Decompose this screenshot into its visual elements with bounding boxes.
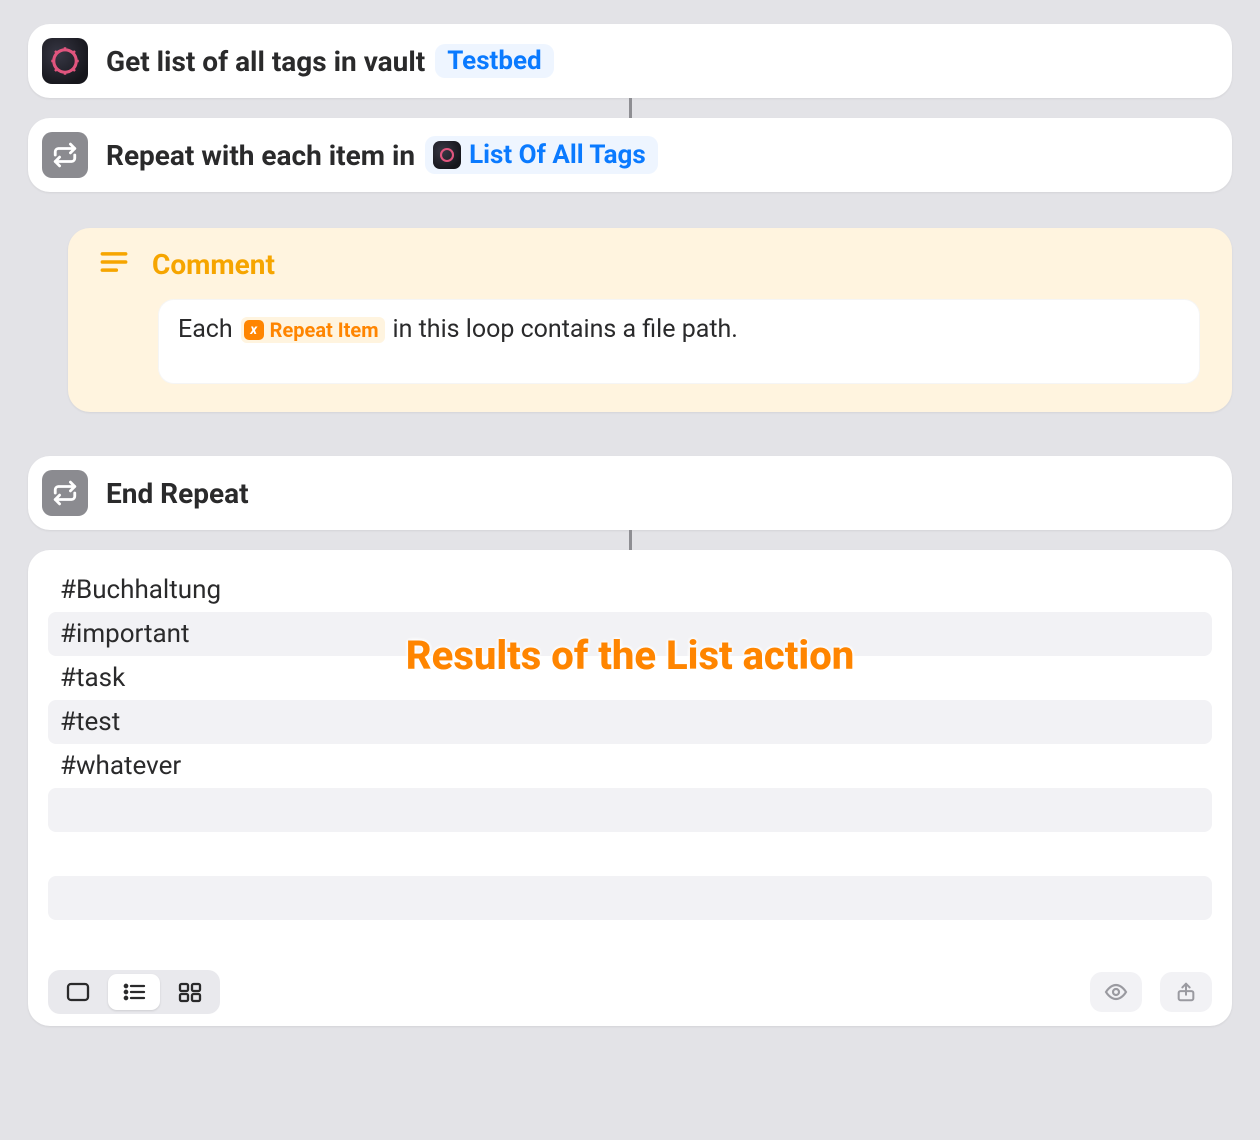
results-row[interactable]: #test [48,700,1212,744]
repeat-icon [42,132,88,178]
text-lines-icon [100,248,128,281]
variable-x-icon: x [244,320,264,340]
action-repeat-title: Repeat with each item in [106,139,415,172]
repeat-item-token-label: Repeat Item [270,318,379,342]
obsidian-gear-icon [42,38,88,84]
comment-heading: Comment [152,248,275,281]
view-mode-single[interactable] [52,974,104,1010]
share-button[interactable] [1160,972,1212,1012]
results-list: #Buchhaltung#important#task#test#whateve… [48,568,1212,966]
results-panel: Results of the List action #Buchhaltung#… [28,550,1232,1026]
repeat-icon [42,470,88,516]
results-row[interactable]: #Buchhaltung [48,568,1212,612]
results-toolbar [48,966,1212,1014]
comment-block[interactable]: Comment Each x Repeat Item in this loop … [68,228,1232,412]
results-row[interactable]: #whatever [48,744,1212,788]
comment-text[interactable]: Each x Repeat Item in this loop contains… [158,299,1200,384]
repeat-list-token-label: List Of All Tags [469,140,646,170]
vault-token[interactable]: Testbed [435,44,553,78]
preview-button[interactable] [1090,972,1142,1012]
results-row[interactable]: #task [48,656,1212,700]
action-end-repeat[interactable]: End Repeat [28,456,1232,530]
comment-text-before: Each [178,315,233,344]
repeat-list-token[interactable]: List Of All Tags [425,136,658,174]
action-get-tags[interactable]: Get list of all tags in vault Testbed [28,24,1232,98]
flow-connector [629,98,632,118]
action-repeat-each[interactable]: Repeat with each item in List Of All Tag… [28,118,1232,192]
results-row[interactable] [48,788,1212,832]
results-row[interactable] [48,876,1212,920]
view-mode-segmented[interactable] [48,970,220,1014]
action-end-repeat-title: End Repeat [106,477,249,510]
results-row[interactable] [48,832,1212,876]
view-mode-grid[interactable] [164,974,216,1010]
repeat-item-token[interactable]: x Repeat Item [241,317,385,343]
action-get-tags-title: Get list of all tags in vault [106,45,425,78]
flow-connector [629,530,632,550]
results-row[interactable]: #important [48,612,1212,656]
obsidian-gear-icon [433,141,461,169]
comment-text-after: in this loop contains a file path. [393,315,738,344]
view-mode-list[interactable] [108,974,160,1010]
